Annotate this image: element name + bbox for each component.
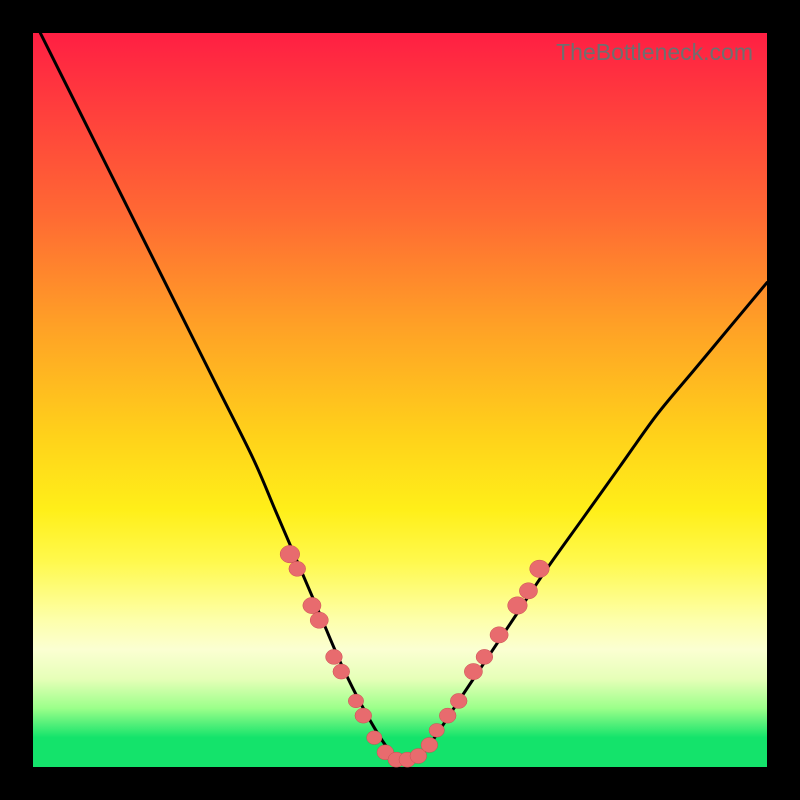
data-marker [326,649,343,664]
data-marker [519,583,537,599]
data-marker [367,731,382,745]
data-marker [333,664,350,679]
chart-svg [33,33,767,767]
bottleneck-curve [40,33,767,761]
data-marker [348,694,363,708]
data-marker [476,649,493,664]
data-marker [355,708,372,723]
data-marker [289,561,306,576]
data-marker [421,737,438,752]
chart-frame: TheBottleneck.com [0,0,800,800]
data-marker [439,708,456,723]
data-marker [280,545,300,562]
plot-area: TheBottleneck.com [33,33,767,767]
data-marker [530,560,550,577]
data-marker [450,693,467,708]
marker-group [280,545,549,767]
data-marker [508,597,528,614]
data-marker [490,627,508,643]
data-marker [303,597,321,613]
data-marker [310,612,328,628]
data-marker [429,723,444,737]
data-marker [464,663,482,679]
